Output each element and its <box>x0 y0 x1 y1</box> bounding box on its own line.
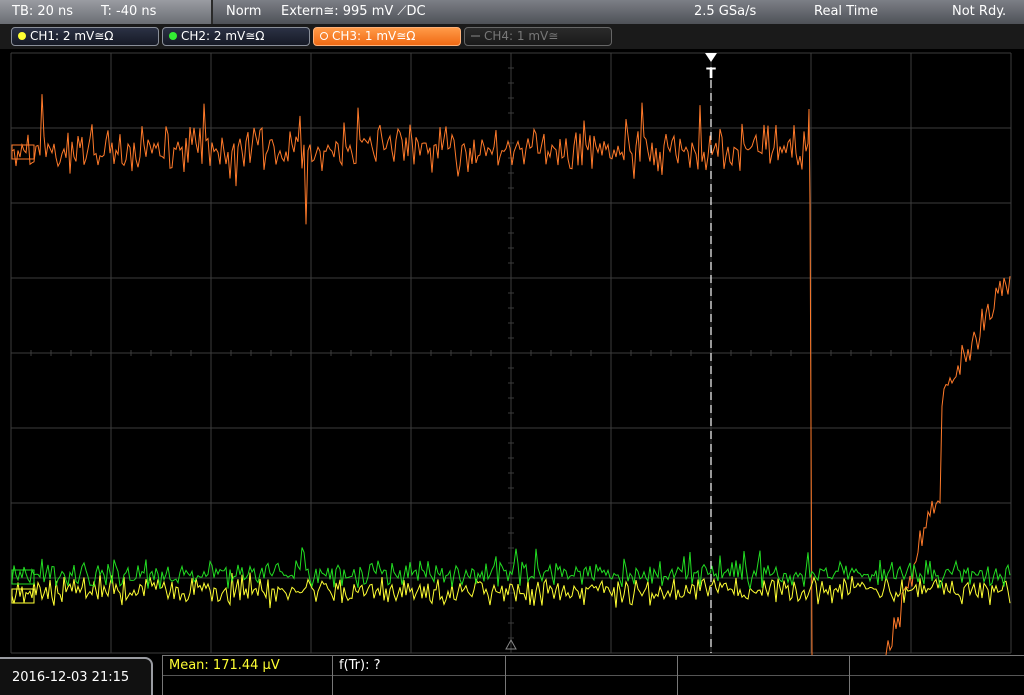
tab-ch4[interactable]: CH4: 1 mV≅ <box>464 27 612 46</box>
tab-ch3[interactable]: CH3: 1 mV≅Ω <box>313 27 461 46</box>
ch4-indicator-icon <box>471 35 480 37</box>
graticule <box>10 52 1012 654</box>
ch3-label: CH3: 1 mV≅Ω <box>332 29 416 43</box>
ch1-indicator-icon <box>18 32 26 40</box>
measurement-mean[interactable]: Mean: 171.44 µV <box>169 656 280 675</box>
ch4-label: CH4: 1 mV≅ <box>484 29 559 43</box>
trigger-mode[interactable]: Norm <box>226 0 261 24</box>
trigger-marker: T <box>706 66 716 82</box>
channel-bar: CH1: 2 mV≅Ω CH2: 2 mV≅Ω CH3: 1 mV≅Ω CH4:… <box>0 24 1024 49</box>
ch2-label: CH2: 2 mV≅Ω <box>181 29 265 43</box>
waveform-display[interactable]: T <box>0 49 1024 655</box>
status-bar: TB: 20 ns T: -40 ns Norm Extern≅: 995 mV… <box>0 0 1024 24</box>
acquisition-mode[interactable]: Real Time <box>814 0 878 24</box>
trigger-arrow-icon[interactable] <box>705 53 717 62</box>
acquisition-status: Not Rdy. <box>952 4 1007 19</box>
measurement-panel[interactable]: Mean: 171.44 µV f(Tr): ? <box>162 655 1024 695</box>
bottom-bar: 2016-12-03 21:15 Mean: 171.44 µV f(Tr): … <box>0 655 1024 695</box>
trigger-source[interactable]: Extern≅: 995 mV ⟋DC <box>281 0 426 24</box>
tab-ch1[interactable]: CH1: 2 mV≅Ω <box>11 27 159 46</box>
ch1-label: CH1: 2 mV≅Ω <box>30 29 114 43</box>
timebase-readout[interactable]: TB: 20 ns <box>12 0 73 24</box>
tab-ch2[interactable]: CH2: 2 mV≅Ω <box>162 27 310 46</box>
waveform-canvas[interactable]: T <box>0 49 1024 655</box>
trigger-time-readout[interactable]: T: -40 ns <box>101 0 156 24</box>
measurement-frequency[interactable]: f(Tr): ? <box>339 656 381 675</box>
datetime-display: 2016-12-03 21:15 <box>0 657 153 695</box>
ch3-indicator-icon <box>320 32 328 40</box>
sample-rate[interactable]: 2.5 GSa/s <box>694 0 756 24</box>
ch3-waveform <box>11 94 813 655</box>
ch2-indicator-icon <box>169 32 177 40</box>
